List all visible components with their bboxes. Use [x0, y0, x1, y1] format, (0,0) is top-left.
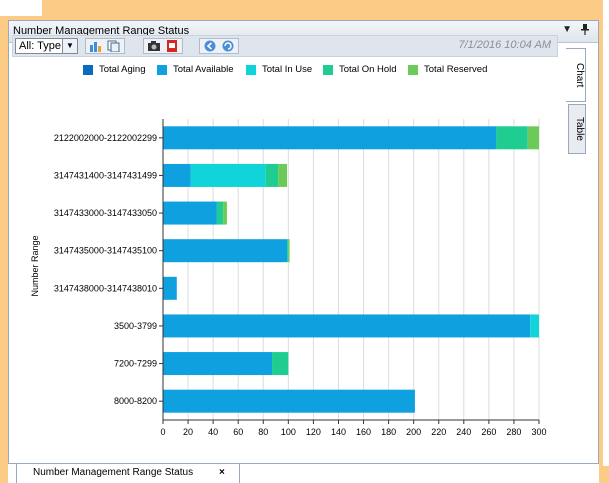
bar-segment[interactable] — [163, 239, 288, 263]
bar-segment[interactable] — [287, 239, 289, 263]
x-tick-label: 0 — [160, 427, 165, 437]
bar-segment[interactable] — [163, 163, 191, 187]
bar-segment[interactable] — [527, 126, 539, 150]
bar-segment[interactable] — [163, 276, 177, 300]
bar-segment[interactable] — [288, 239, 290, 263]
stacked-bar-chart: 0 20 40 60 80 100 120 140 160 180 200 220 240 260 280 3… — [30, 119, 547, 437]
y-axis-label: Number Range — [30, 235, 40, 296]
bar-segment[interactable] — [278, 163, 288, 187]
tab-table[interactable]: Table — [568, 104, 586, 154]
y-tick-label: 2122002000-2122002299 — [54, 133, 157, 143]
x-tick-label: 20 — [183, 427, 193, 437]
bar-segment[interactable] — [265, 163, 279, 187]
bar-segment[interactable] — [163, 201, 217, 225]
bar-layer — [163, 126, 539, 413]
bar-segment[interactable] — [216, 201, 224, 225]
bar-segment[interactable] — [223, 201, 227, 225]
y-tick-label: 3500-3799 — [114, 321, 157, 331]
x-tick-label: 40 — [208, 427, 218, 437]
y-tick-label: 3147438000-3147438010 — [54, 283, 157, 293]
bar-segment[interactable] — [272, 352, 289, 376]
tab-chart-label: Chart — [574, 62, 585, 88]
bar-segment[interactable] — [163, 126, 497, 150]
bar-segment[interactable] — [190, 163, 266, 187]
x-tick-label: 220 — [431, 427, 446, 437]
y-tick-label: 3147433000-3147433050 — [54, 208, 157, 218]
y-tick-label: 8000-8200 — [114, 396, 157, 406]
y-tick-label: 3147435000-3147435100 — [54, 246, 157, 256]
bar-segment[interactable] — [163, 314, 531, 338]
axis-layer: 0 20 40 60 80 100 120 140 160 180 200 220 240 260 280 3… — [54, 119, 547, 437]
x-tick-label: 260 — [481, 427, 496, 437]
tab-chart[interactable]: Chart — [566, 48, 586, 102]
document-tab[interactable]: Number Management Range Status × — [16, 464, 240, 483]
x-tick-label: 240 — [456, 427, 471, 437]
bar-segment[interactable] — [530, 314, 539, 338]
document-tab-label: Number Management Range Status — [33, 467, 194, 478]
x-tick-label: 160 — [356, 427, 371, 437]
y-tick-label: 7200-7299 — [114, 359, 157, 369]
bar-segment[interactable] — [163, 389, 415, 413]
x-tick-label: 200 — [406, 427, 421, 437]
y-tick-label: 3147431400-3147431499 — [54, 170, 157, 180]
bar-segment[interactable] — [496, 126, 528, 150]
x-tick-label: 140 — [331, 427, 346, 437]
x-tick-label: 80 — [258, 427, 268, 437]
x-tick-label: 300 — [531, 427, 546, 437]
x-tick-label: 280 — [506, 427, 521, 437]
x-tick-label: 60 — [233, 427, 243, 437]
tab-table-label: Table — [574, 117, 585, 141]
bar-segment[interactable] — [163, 352, 273, 376]
x-tick-label: 100 — [281, 427, 296, 437]
x-tick-label: 180 — [381, 427, 396, 437]
x-tick-label: 120 — [306, 427, 321, 437]
close-icon[interactable]: × — [219, 467, 225, 478]
